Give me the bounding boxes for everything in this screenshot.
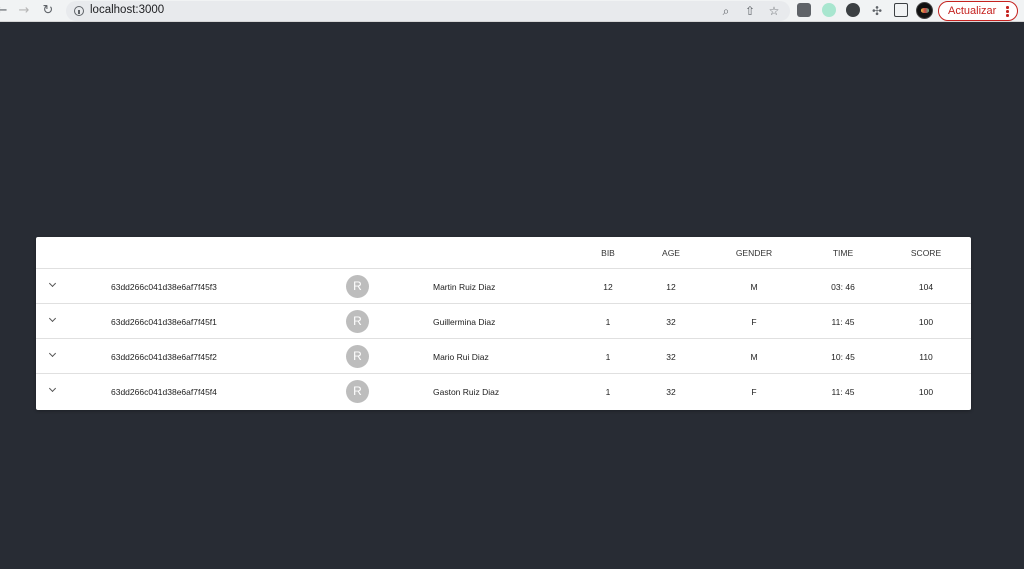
table-row: 63dd266c041d38e6af7f45f1 R Guillermina D… (36, 304, 971, 339)
row-age: 32 (666, 387, 676, 397)
table-row: 63dd266c041d38e6af7f45f2 R Mario Rui Dia… (36, 339, 971, 374)
expand-chevron-icon[interactable] (48, 315, 58, 325)
header-score[interactable]: SCORE (911, 248, 941, 258)
row-bib: 1 (605, 317, 611, 327)
browser-toolbar: ← → ↻ localhost:3000 ⌕ ⇧ ☆ ✣ Actualizar (0, 0, 1024, 22)
row-name: Martin Ruiz Diaz (433, 282, 496, 292)
menu-kebab-icon (1006, 6, 1009, 17)
extension-icon-3[interactable] (846, 3, 860, 17)
update-button[interactable]: Actualizar (938, 1, 1018, 21)
row-id: 63dd266c041d38e6af7f45f2 (111, 352, 217, 362)
row-time: 11: 45 (831, 317, 855, 327)
update-button-label: Actualizar (948, 5, 997, 17)
row-score: 104 (918, 282, 934, 292)
extension-icon-2[interactable] (822, 3, 836, 17)
row-gender: F (751, 387, 757, 397)
row-age: 12 (666, 282, 676, 292)
row-id: 63dd266c041d38e6af7f45f1 (111, 317, 217, 327)
header-bib[interactable]: BIB (601, 248, 615, 258)
extension-icon-1[interactable] (797, 3, 811, 17)
header-age[interactable]: AGE (662, 248, 680, 258)
avatar: R (346, 310, 369, 333)
results-table: BIB AGE GENDER TIME SCORE 63dd266c041d38… (36, 237, 971, 410)
row-name: Guillermina Diaz (433, 317, 496, 327)
url-text: localhost:3000 (90, 4, 165, 16)
row-bib: 12 (603, 282, 613, 292)
forward-icon[interactable]: → (16, 3, 32, 19)
share-icon[interactable]: ⇧ (742, 3, 758, 19)
row-id: 63dd266c041d38e6af7f45f4 (111, 387, 217, 397)
row-age: 32 (666, 352, 676, 362)
row-score: 100 (918, 387, 934, 397)
address-bar[interactable]: localhost:3000 ⌕ ⇧ ☆ (66, 1, 790, 21)
avatar: R (346, 345, 369, 368)
back-icon[interactable]: ← (0, 3, 10, 19)
row-gender: F (751, 317, 757, 327)
bookmark-star-icon[interactable]: ☆ (766, 3, 782, 19)
expand-chevron-icon[interactable] (48, 350, 58, 360)
row-gender: M (750, 282, 758, 292)
row-bib: 1 (605, 387, 611, 397)
extensions-puzzle-icon[interactable]: ✣ (869, 3, 885, 19)
row-name: Mario Rui Diaz (433, 352, 489, 362)
profile-avatar-icon[interactable] (916, 2, 933, 19)
row-time: 11: 45 (831, 387, 855, 397)
table-row: 63dd266c041d38e6af7f45f3 R Martin Ruiz D… (36, 269, 971, 304)
row-id: 63dd266c041d38e6af7f45f3 (111, 282, 217, 292)
header-time[interactable]: TIME (833, 248, 853, 258)
row-bib: 1 (605, 352, 611, 362)
row-gender: M (750, 352, 758, 362)
avatar: R (346, 275, 369, 298)
row-time: 03: 46 (831, 282, 855, 292)
row-score: 110 (919, 352, 933, 362)
expand-chevron-icon[interactable] (48, 280, 58, 290)
avatar: R (346, 380, 369, 403)
row-time: 10: 45 (831, 352, 855, 362)
table-row: 63dd266c041d38e6af7f45f4 R Gaston Ruiz D… (36, 374, 971, 409)
zoom-icon[interactable]: ⌕ (718, 3, 734, 19)
expand-chevron-icon[interactable] (48, 385, 58, 395)
row-age: 32 (666, 317, 676, 327)
side-panel-icon[interactable] (894, 3, 908, 17)
row-name: Gaston Ruiz Diaz (433, 387, 500, 397)
row-score: 100 (918, 317, 934, 327)
table-header-row: BIB AGE GENDER TIME SCORE (36, 237, 971, 269)
reload-icon[interactable]: ↻ (40, 3, 56, 19)
header-gender[interactable]: GENDER (736, 248, 772, 258)
site-info-icon[interactable] (74, 6, 84, 16)
